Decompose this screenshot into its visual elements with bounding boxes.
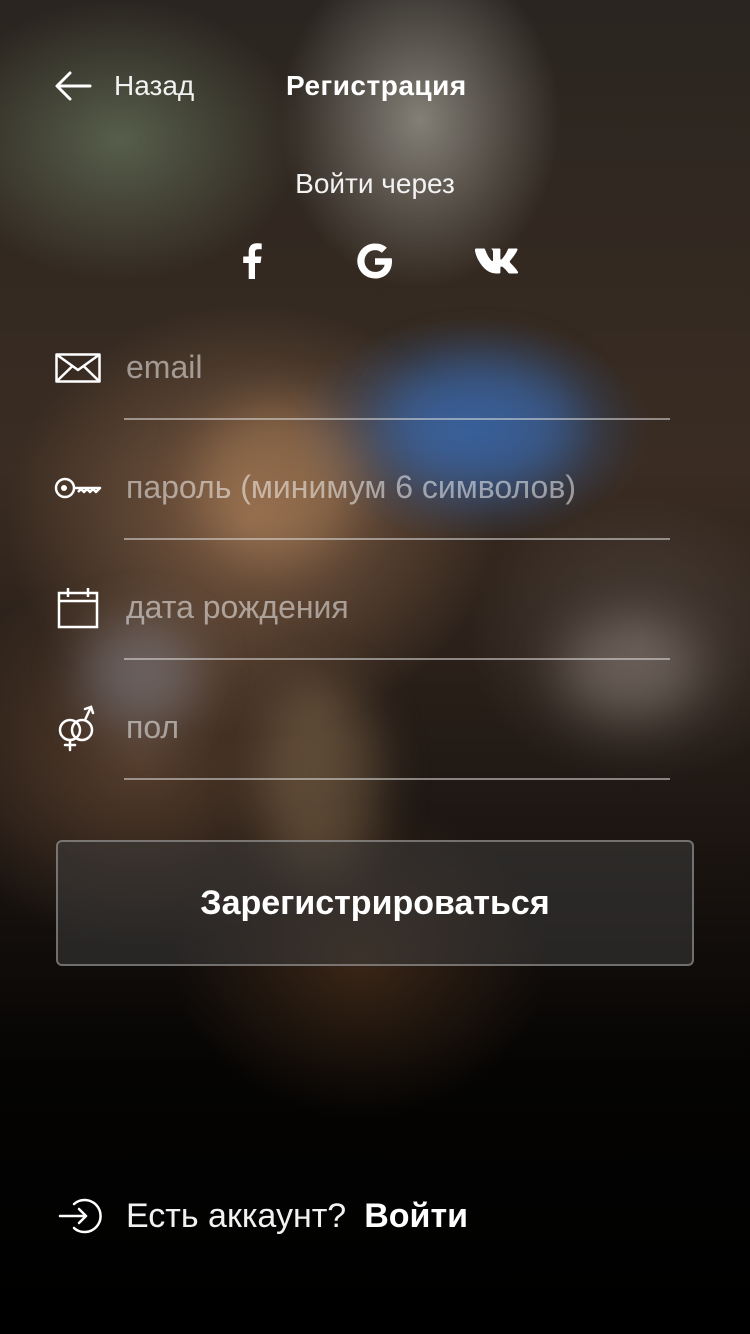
gender-field	[54, 694, 674, 780]
register-button[interactable]: Зарегистрироваться	[56, 840, 694, 966]
social-login-title: Войти через	[295, 168, 455, 199]
birthdate-input[interactable]	[124, 574, 674, 640]
background-photo	[0, 0, 750, 1334]
email-underline	[124, 418, 670, 420]
gender-underline	[124, 778, 670, 780]
vk-button[interactable]	[473, 236, 523, 286]
facebook-icon	[243, 243, 262, 279]
back-label: Назад	[114, 70, 195, 101]
vk-icon	[475, 248, 519, 274]
birthdate-underline	[124, 658, 670, 660]
login-question: Есть аккаунт?	[126, 1196, 347, 1235]
google-button[interactable]	[350, 236, 400, 286]
page-title: Регистрация	[286, 70, 467, 101]
gender-icon	[54, 704, 102, 752]
header: Назад Регистрация	[0, 56, 750, 116]
gender-input[interactable]	[124, 694, 674, 760]
calendar-icon	[54, 584, 102, 632]
email-input[interactable]	[124, 334, 674, 400]
password-field	[54, 454, 674, 540]
login-prompt: Есть аккаунт? Войти	[58, 1192, 468, 1240]
facebook-button[interactable]	[227, 236, 277, 286]
back-button[interactable]: Назад	[54, 68, 194, 104]
sign-in-icon	[58, 1198, 102, 1234]
social-login-buttons	[0, 236, 750, 286]
google-icon	[357, 243, 392, 279]
password-input[interactable]	[124, 454, 674, 520]
key-icon	[54, 464, 102, 512]
arrow-left-icon	[55, 71, 92, 101]
login-link[interactable]: Войти	[364, 1197, 468, 1236]
password-underline	[124, 538, 670, 540]
envelope-icon	[54, 344, 102, 392]
birthdate-field	[54, 574, 674, 660]
email-field	[54, 334, 674, 420]
